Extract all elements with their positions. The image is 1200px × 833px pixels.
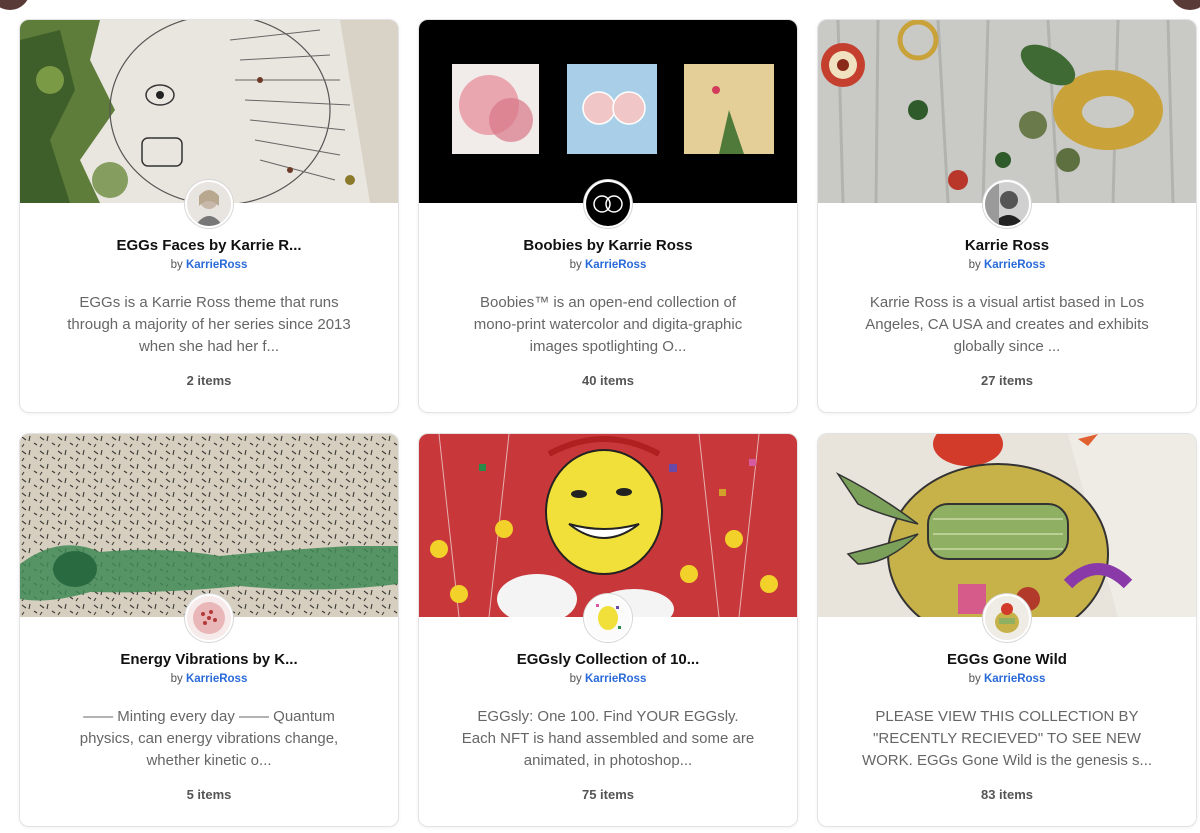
collection-byline: by KarrieRoss xyxy=(818,259,1196,271)
author-link[interactable]: KarrieRoss xyxy=(585,259,646,271)
item-count: 83 items xyxy=(980,787,1034,802)
artist-portrait-avatar[interactable] xyxy=(185,180,233,228)
line-drawing-face-image xyxy=(20,20,398,203)
by-label: by xyxy=(968,673,981,685)
three-watercolor-prints-image xyxy=(419,20,797,203)
collection-byline: by KarrieRoss xyxy=(818,673,1196,685)
author-link[interactable]: KarrieRoss xyxy=(984,259,1045,271)
egg-figure-painting-image xyxy=(818,434,1196,617)
collection-card-energy-vibrations[interactable]: Energy Vibrations by K... by KarrieRoss … xyxy=(19,433,399,827)
collection-description: EGGsly: One 100. Find YOUR EGGsly. Each … xyxy=(461,708,755,769)
eggsly-avatar[interactable] xyxy=(584,594,632,642)
collection-title[interactable]: Energy Vibrations by K... xyxy=(20,651,398,668)
author-link[interactable]: KarrieRoss xyxy=(585,673,646,685)
collection-title[interactable]: Karrie Ross xyxy=(818,237,1196,254)
artist-bw-portrait-avatar[interactable] xyxy=(983,180,1031,228)
collection-title[interactable]: Boobies by Karrie Ross xyxy=(419,237,797,254)
collection-title[interactable]: EGGsly Collection of 10... xyxy=(419,651,797,668)
green-stroke-dashes-image xyxy=(20,434,398,617)
collection-card-boobies[interactable]: Boobies by Karrie Ross by KarrieRoss Boo… xyxy=(418,19,798,413)
collection-byline: by KarrieRoss xyxy=(419,259,797,271)
collection-title[interactable]: EGGs Faces by Karrie R... xyxy=(20,237,398,254)
by-label: by xyxy=(170,673,183,685)
yellow-egg-ducks-image xyxy=(419,434,797,617)
partial-avatar-left xyxy=(0,0,30,10)
collection-title[interactable]: EGGs Gone Wild xyxy=(818,651,1196,668)
collection-card-eggsly[interactable]: EGGsly Collection of 10... by KarrieRoss… xyxy=(418,433,798,827)
by-label: by xyxy=(170,259,183,271)
collection-description: Boobies™ is an open-end collection of mo… xyxy=(473,294,743,355)
collection-byline: by KarrieRoss xyxy=(419,673,797,685)
abstract-gold-circles-image xyxy=(818,20,1196,203)
dot-pattern-avatar[interactable] xyxy=(185,594,233,642)
collection-description: —— Minting every day —— Quantum physics,… xyxy=(79,708,339,769)
item-count: 27 items xyxy=(980,373,1034,388)
author-link[interactable]: KarrieRoss xyxy=(186,259,247,271)
author-link[interactable]: KarrieRoss xyxy=(984,673,1045,685)
egg-figure-avatar[interactable] xyxy=(983,594,1031,642)
by-label: by xyxy=(569,259,582,271)
partial-avatar-right xyxy=(1170,0,1200,10)
by-label: by xyxy=(968,259,981,271)
by-label: by xyxy=(569,673,582,685)
collection-description: PLEASE VIEW THIS COLLECTION BY "RECENTLY… xyxy=(861,708,1153,769)
item-count: 40 items xyxy=(581,373,635,388)
item-count: 75 items xyxy=(581,787,635,802)
collection-byline: by KarrieRoss xyxy=(20,673,398,685)
collection-card-karrie-ross[interactable]: Karrie Ross by KarrieRoss Karrie Ross is… xyxy=(817,19,1197,413)
collection-description: Karrie Ross is a visual artist based in … xyxy=(865,294,1149,355)
boobies-logo-avatar[interactable] xyxy=(584,180,632,228)
item-count: 5 items xyxy=(186,787,232,802)
collection-card-eggs-faces[interactable]: EGGs Faces by Karrie R... by KarrieRoss … xyxy=(19,19,399,413)
collection-card-eggs-gone-wild[interactable]: EGGs Gone Wild by KarrieRoss PLEASE VIEW… xyxy=(817,433,1197,827)
item-count: 2 items xyxy=(186,373,232,388)
collection-description: EGGs is a Karrie Ross theme that runs th… xyxy=(67,294,351,355)
collection-byline: by KarrieRoss xyxy=(20,259,398,271)
author-link[interactable]: KarrieRoss xyxy=(186,673,247,685)
